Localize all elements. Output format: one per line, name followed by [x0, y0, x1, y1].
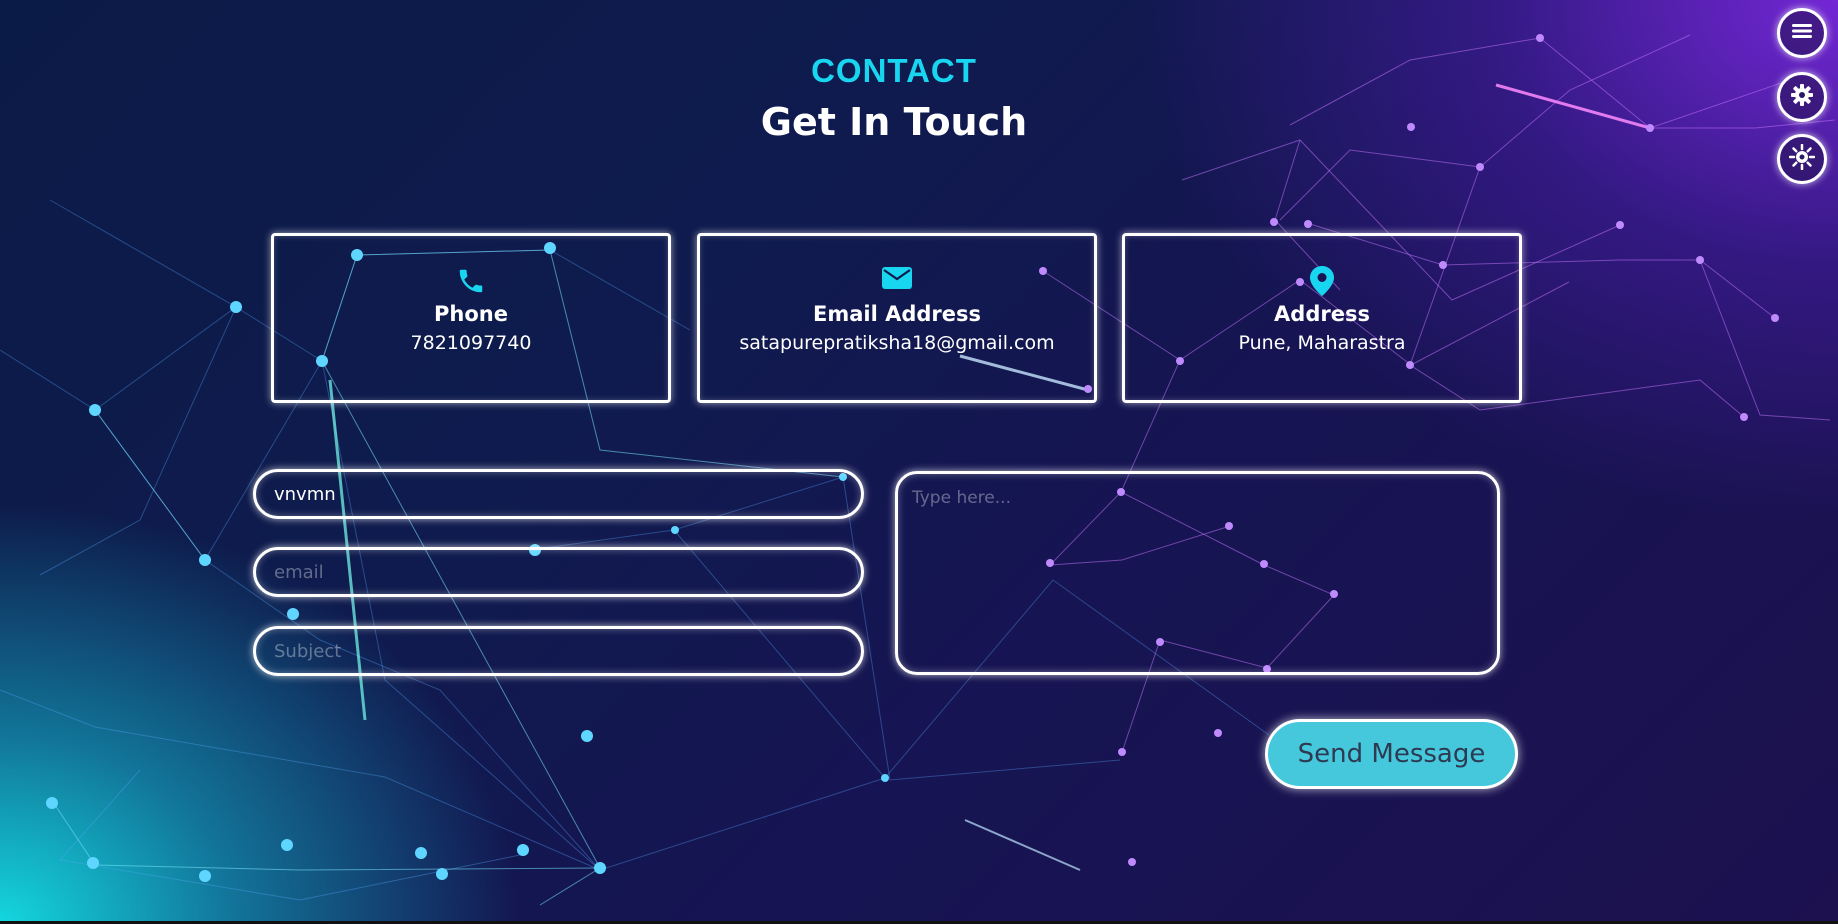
section-eyebrow: CONTACT	[811, 52, 977, 89]
address-card-value: Pune, Maharastra	[1238, 332, 1406, 354]
map-pin-icon	[1125, 266, 1519, 298]
theme-toggle-button[interactable]	[1777, 134, 1827, 184]
section-header: CONTACT Get In Touch	[0, 52, 1788, 144]
message-textarea[interactable]	[895, 471, 1500, 675]
phone-card: Phone 7821097740	[271, 233, 671, 403]
gear-icon	[1790, 83, 1814, 111]
email-input[interactable]	[253, 547, 864, 597]
envelope-icon	[700, 266, 1094, 298]
email-card-title: Email Address	[812, 302, 982, 326]
sun-icon	[1788, 143, 1816, 174]
phone-card-value: 7821097740	[410, 332, 532, 354]
send-message-button[interactable]: Send Message	[1265, 719, 1518, 789]
address-card: Address Pune, Maharastra	[1122, 233, 1522, 403]
contact-page: CONTACT Get In Touch Phone 7821097740 Em…	[0, 0, 1838, 924]
menu-button[interactable]	[1777, 8, 1827, 58]
email-card-value: satapurepratiksha18@gmail.com	[739, 332, 1055, 354]
email-card: Email Address satapurepratiksha18@gmail.…	[697, 233, 1097, 403]
address-card-title: Address	[1274, 302, 1370, 326]
phone-icon	[274, 266, 668, 298]
page-title: Get In Touch	[760, 100, 1028, 144]
menu-icon	[1792, 23, 1812, 43]
subject-input[interactable]	[253, 626, 864, 676]
phone-card-title: Phone	[434, 302, 508, 326]
settings-button[interactable]	[1777, 72, 1827, 122]
name-input[interactable]	[253, 469, 864, 519]
